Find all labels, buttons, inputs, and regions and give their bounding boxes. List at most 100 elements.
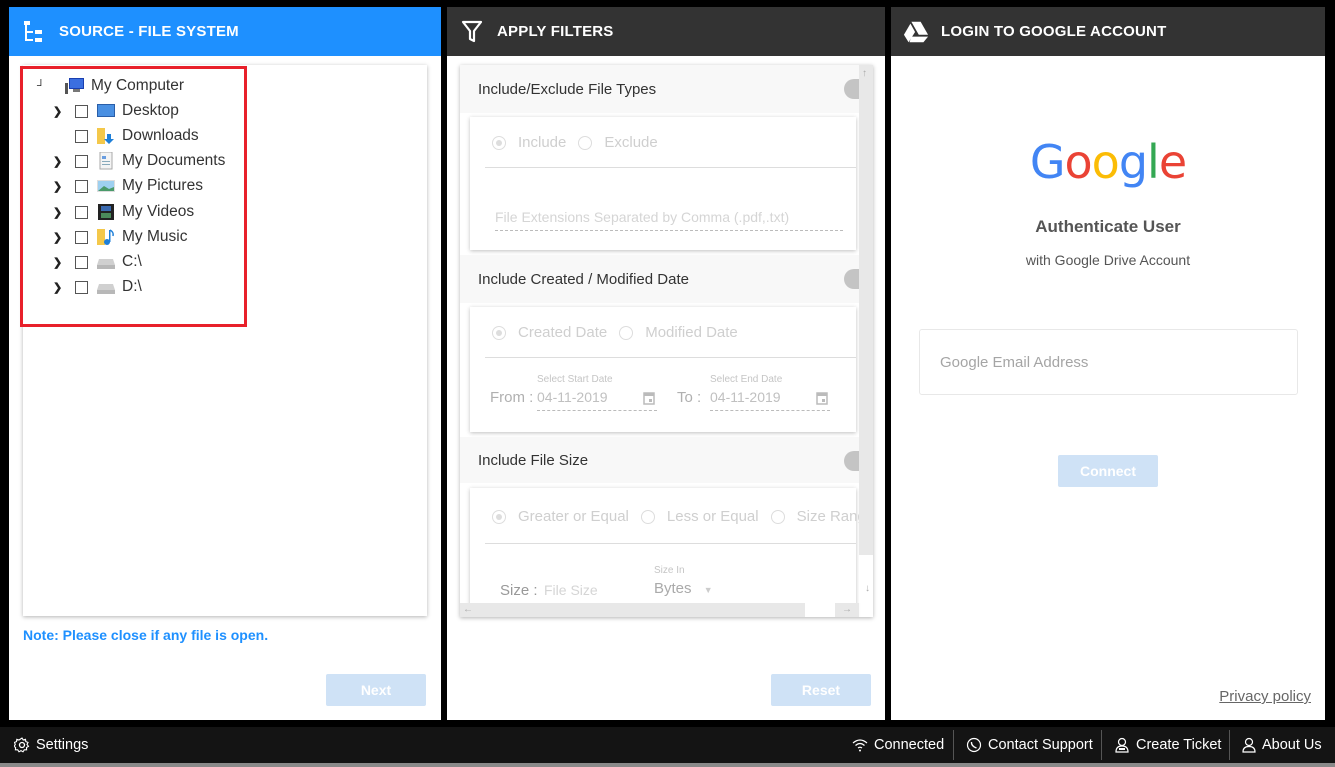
file-types-toggle[interactable]: [844, 79, 860, 99]
horizontal-scrollbar[interactable]: ← →: [460, 603, 859, 617]
source-panel-title: SOURCE - FILE SYSTEM: [59, 23, 239, 40]
checkbox-d-drive[interactable]: [75, 280, 88, 294]
google-login-panel: LOGIN TO GOOGLE ACCOUNT Google Authentic…: [891, 7, 1325, 720]
privacy-policy-link[interactable]: Privacy policy: [1219, 688, 1311, 705]
vertical-scrollbar[interactable]: ↑: [859, 65, 873, 603]
tree-label: D:\: [122, 278, 142, 295]
expand-chevron-icon[interactable]: ❯: [53, 231, 67, 244]
separator: [1229, 730, 1230, 760]
note-text: Note: Please close if any file is open.: [23, 627, 269, 643]
expand-chevron-icon[interactable]: ❯: [53, 180, 67, 193]
contact-support-button[interactable]: Contact Support: [966, 727, 1093, 763]
tree-item-my-pictures[interactable]: ❯ My Pictures: [53, 175, 203, 197]
tree-item-c-drive[interactable]: ❯ C:\: [53, 251, 142, 273]
tree-item-my-documents[interactable]: ❯ My Documents: [53, 150, 225, 172]
google-logo-letter: g: [1118, 135, 1148, 189]
radio-less-or-equal[interactable]: [640, 509, 655, 524]
size-unit-caption: Size In: [654, 565, 685, 576]
auth-title: Authenticate User: [1035, 217, 1181, 236]
file-extensions-input[interactable]: File Extensions Separated by Comma (.pdf…: [495, 209, 843, 231]
folder-tree: ┘ My Computer ❯ Desktop Downloads ❯ My D…: [23, 65, 427, 616]
filters-scroll-area[interactable]: Include/Exclude File Types Include Exclu…: [460, 65, 873, 617]
size-label: Size :: [500, 582, 538, 599]
next-button[interactable]: Next: [326, 674, 426, 706]
end-date-input[interactable]: 04-11-2019: [710, 389, 830, 411]
date-radio-group: Created Date Modified Date: [492, 324, 750, 341]
size-section-header: Include File Size: [460, 437, 860, 483]
end-date-value: 04-11-2019: [710, 389, 781, 405]
expand-chevron-icon[interactable]: ❯: [53, 155, 67, 168]
radio-modified-date[interactable]: [619, 325, 634, 340]
collapse-icon[interactable]: ┘: [37, 80, 65, 92]
size-unit-select[interactable]: Bytes ▼: [654, 580, 713, 597]
scroll-down-icon[interactable]: ↓: [865, 583, 870, 594]
start-date-input[interactable]: 04-11-2019: [537, 389, 657, 411]
tree-item-my-videos[interactable]: ❯ My Videos: [53, 201, 194, 223]
google-logo-letter: o: [1091, 135, 1120, 189]
create-ticket-button[interactable]: Create Ticket: [1114, 727, 1221, 763]
radio-include-label: Include: [518, 134, 567, 151]
tree-item-my-music[interactable]: ❯ My Music: [53, 226, 187, 248]
tree-label: Desktop: [122, 102, 179, 119]
file-types-card: Include Exclude File Extensions Separate…: [470, 117, 856, 250]
to-label: To :: [677, 389, 702, 406]
tree-label: My Computer: [91, 77, 185, 94]
size-radio-group: Greater or Equal Less or Equal Size Rang…: [492, 508, 873, 525]
radio-size-range[interactable]: [770, 509, 785, 524]
expand-chevron-icon[interactable]: ❯: [53, 206, 67, 219]
google-panel-header: LOGIN TO GOOGLE ACCOUNT: [891, 7, 1325, 56]
expand-chevron-icon[interactable]: ❯: [53, 256, 67, 269]
user-icon: [1242, 737, 1256, 753]
divider: [485, 543, 856, 544]
calendar-icon[interactable]: [816, 391, 828, 408]
expand-chevron-icon[interactable]: ❯: [53, 105, 67, 118]
date-section-header: Include Created / Modified Date: [460, 255, 860, 303]
file-size-input[interactable]: File Size: [544, 582, 598, 598]
radio-include[interactable]: [492, 135, 506, 150]
filter-icon: [459, 19, 485, 45]
radio-greater-or-equal[interactable]: [492, 509, 506, 524]
google-logo-letter: l: [1147, 135, 1160, 189]
checkbox-downloads[interactable]: [75, 129, 88, 143]
source-panel: SOURCE - FILE SYSTEM ┘ My Computer ❯ Des…: [9, 7, 441, 720]
checkbox-desktop[interactable]: [75, 104, 88, 118]
expand-chevron-icon[interactable]: ❯: [53, 281, 67, 294]
checkbox-my-documents[interactable]: [75, 154, 88, 168]
radio-created-date[interactable]: [492, 325, 506, 340]
checkbox-my-music[interactable]: [75, 230, 88, 244]
tree-item-d-drive[interactable]: ❯ D:\: [53, 276, 142, 298]
tree-label: My Documents: [122, 152, 226, 169]
downloads-folder-icon: [96, 127, 116, 145]
calendar-icon[interactable]: [643, 391, 655, 408]
tree-root-my-computer[interactable]: ┘ My Computer: [37, 75, 184, 97]
tree-label: My Music: [122, 228, 188, 245]
connection-status: Connected: [852, 727, 944, 763]
tree-item-downloads[interactable]: Downloads: [53, 125, 199, 147]
tree-item-desktop[interactable]: ❯ Desktop: [53, 100, 179, 122]
dropdown-arrow-icon: ▼: [703, 585, 713, 595]
date-toggle[interactable]: [844, 269, 860, 289]
radio-exclude-label: Exclude: [604, 134, 658, 151]
radio-exclude[interactable]: [578, 135, 593, 150]
drive-icon: [96, 278, 116, 296]
contact-support-label: Contact Support: [988, 737, 1093, 753]
scroll-left-icon[interactable]: ←: [463, 604, 473, 615]
divider: [485, 357, 856, 358]
checkbox-my-pictures[interactable]: [75, 179, 88, 193]
reset-button[interactable]: Reset: [771, 674, 871, 706]
size-toggle[interactable]: [844, 451, 860, 471]
settings-button[interactable]: Settings: [14, 727, 88, 763]
start-date-value: 04-11-2019: [537, 389, 608, 405]
checkbox-c-drive[interactable]: [75, 255, 88, 269]
about-us-button[interactable]: About Us: [1242, 727, 1322, 763]
scroll-up-icon[interactable]: ↑: [862, 68, 867, 79]
checkbox-my-videos[interactable]: [75, 205, 88, 219]
agent-icon: [1114, 737, 1130, 753]
separator: [1101, 730, 1102, 760]
end-date-caption: Select End Date: [710, 374, 783, 385]
google-logo-letter: o: [1064, 135, 1093, 189]
scroll-right-icon[interactable]: →: [842, 604, 852, 615]
connect-button[interactable]: Connect: [1058, 455, 1158, 487]
google-email-input[interactable]: [919, 329, 1298, 395]
filters-panel: APPLY FILTERS Include/Exclude File Types…: [447, 7, 885, 720]
